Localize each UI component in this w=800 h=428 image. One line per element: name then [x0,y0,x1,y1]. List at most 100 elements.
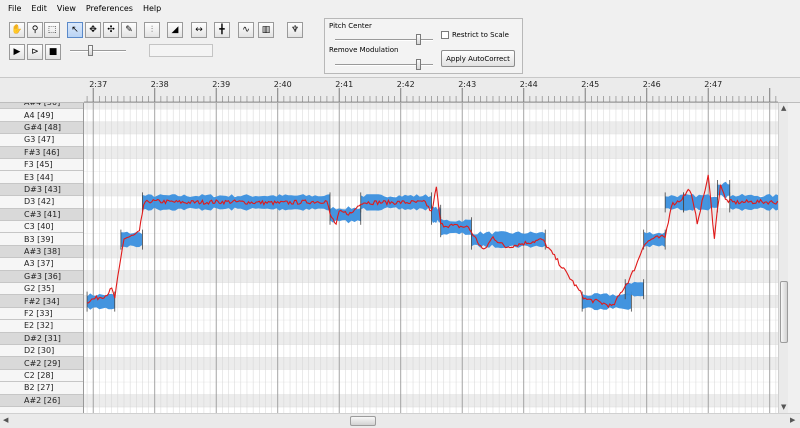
play-button[interactable]: ▶ [9,44,25,60]
note-name: G#3 [36] [24,271,61,281]
scroll-left-icon[interactable]: ◀ [3,416,8,424]
grid-row [84,245,778,259]
note-row-label: A4 [49] [0,109,83,122]
scroll-right-icon[interactable]: ▶ [790,416,795,424]
timeline-label: 2:40 [274,80,292,89]
menu-preferences[interactable]: Preferences [86,4,133,13]
remove-modulation-slider-thumb[interactable] [416,59,422,70]
volume-slider-track[interactable] [70,50,126,52]
menu-help[interactable]: Help [143,4,161,13]
grid-row [84,394,778,407]
grid-row [84,332,778,345]
menu-view[interactable]: View [57,4,76,13]
zoom-box-icon: ⬚ [47,24,57,35]
move-all-icon: ✣ [107,24,115,35]
pitch-segment[interactable] [471,231,546,249]
note-row-label: A3 [37] [0,258,83,271]
volume-slider-thumb[interactable] [87,45,93,56]
timeline-label: 2:43 [458,80,476,89]
horizontal-scroll-thumb[interactable] [350,416,376,426]
stretch-tool-button[interactable]: ↔ [191,22,207,38]
grid-row [84,183,778,197]
menu-edit[interactable]: Edit [31,4,47,13]
play-from-start-icon: ⊳ [31,46,39,57]
note-name: C3 [40] [24,222,54,232]
split-note-icon: ⫶ [150,24,154,35]
stop-button[interactable]: ■ [45,44,61,60]
grid-row [84,283,778,296]
zoom-tool-button[interactable]: ⚲ [27,22,43,38]
bars-icon: ▥ [261,24,271,35]
time-readout-field [149,44,213,57]
note-row-label: G#3 [36] [0,270,83,283]
note-row-label: B3 [39] [0,233,83,246]
grid-row [84,369,778,383]
select-tool-button[interactable]: ↖ [67,22,83,38]
pencil-icon: ✎ [125,24,133,35]
grid-row [84,146,778,159]
note-name: G2 [35] [24,284,55,294]
timeline-label: 2:46 [643,80,661,89]
note-row-label: D#3 [43] [0,183,83,197]
scroll-up-icon[interactable]: ▲ [781,104,786,112]
timeline-ruler[interactable]: 2:37 2:38 2:39 2:40 2:41 2:42 2:43 2:44 2:45 2:46… [0,78,800,103]
ramp-tool-button[interactable]: ◢ [167,22,183,38]
horizontal-scrollbar[interactable]: ◀ ▶ [0,413,800,428]
vertical-scroll-thumb[interactable] [780,281,788,343]
wave-tool-button[interactable]: ∿ [238,22,254,38]
note-name: D3 [42] [24,197,55,207]
crosshair-tool-button[interactable]: ╋ [214,22,230,38]
pitch-segment[interactable] [87,293,115,310]
note-name: D#3 [43] [24,184,61,194]
move-vertical-tool-button[interactable]: ✥ [85,22,101,38]
note-keyboard: A#4 [50] A4 [49] G#4 [48] G3 [47] F#3 [46] F3… [0,103,84,413]
vertical-scrollbar[interactable]: ▲ ▼ [778,103,788,413]
grid-row [84,134,778,147]
bars-tool-button[interactable]: ▥ [258,22,274,38]
stretch-icon: ↔ [195,24,203,35]
remove-modulation-label: Remove Modulation [329,46,399,54]
note-name: F3 [45] [24,160,53,170]
note-name: A4 [49] [24,110,54,120]
note-row-label: F2 [33] [0,308,83,321]
play-from-start-button[interactable]: ⊳ [27,44,43,60]
stop-icon: ■ [48,46,58,57]
pitch-center-label: Pitch Center [329,22,372,30]
pitch-segment[interactable] [643,231,666,248]
pencil-tool-button[interactable]: ✎ [121,22,137,38]
scroll-down-icon[interactable]: ▼ [781,403,786,411]
note-name: C2 [28] [24,370,54,380]
autocorrect-panel: Pitch Center Remove Modulation Restrict … [324,18,523,74]
zoom-box-tool-button[interactable]: ⬚ [44,22,60,38]
toolbar: ✋ ⚲ ⬚ ↖ ✥ ✣ ✎ ⫶ ◢ ↔ ╋ ∿ ▥ ♆ ▶ ⊳ ■ Pitch Center Remove M… [0,16,800,78]
timeline-label: 2:47 [704,80,722,89]
split-tool-button[interactable]: ⫶ [144,22,160,38]
pitch-graph[interactable] [84,103,778,413]
note-row-label: C2 [28] [0,370,83,383]
note-name: A3 [37] [24,259,54,269]
play-icon: ▶ [13,46,21,57]
note-name: G3 [47] [24,135,55,145]
move-all-tool-button[interactable]: ✣ [103,22,119,38]
timeline-label: 2:42 [397,80,415,89]
pitch-segment[interactable] [665,194,684,211]
grid-row [84,382,778,395]
note-name: C#2 [29] [24,358,61,368]
hand-tool-button[interactable]: ✋ [9,22,25,38]
note-row-label: C3 [40] [0,221,83,234]
grid-row [84,258,778,271]
note-row-label: E3 [44] [0,171,83,184]
grid-row [84,345,778,358]
menu-bar: File Edit View Preferences Help [0,0,800,16]
grid-row [84,320,778,333]
tuning-fork-icon: ♆ [290,24,300,35]
apply-autocorrect-button[interactable]: Apply AutoCorrect [441,50,515,67]
note-row-label: G3 [47] [0,134,83,147]
restrict-to-scale-checkbox[interactable] [441,31,449,39]
pitch-center-slider-thumb[interactable] [416,34,422,45]
note-row-label: G2 [35] [0,283,83,296]
timeline-label: 2:45 [581,80,599,89]
tuning-tool-button[interactable]: ♆ [287,22,303,38]
restrict-to-scale-label: Restrict to Scale [452,31,509,39]
menu-file[interactable]: File [8,4,21,13]
